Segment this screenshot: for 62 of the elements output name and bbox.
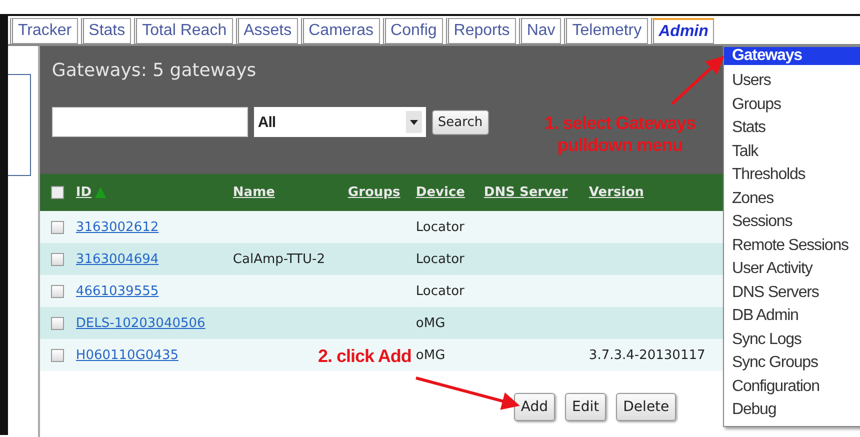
table-cell: oMG [416, 316, 446, 330]
menu-item[interactable]: Groups [724, 92, 860, 116]
nav-tab[interactable]: Cameras [300, 18, 380, 44]
menu-item[interactable]: Zones [724, 186, 860, 210]
column-header[interactable]: Groups [348, 185, 400, 200]
menu-item[interactable]: DNS Servers [724, 280, 860, 304]
gateway-id-link[interactable]: 3163002612 [76, 220, 159, 234]
menu-item[interactable]: Remote Sessions [724, 234, 860, 257]
annotation-arrow [670, 56, 724, 106]
table-cell: Locator [416, 220, 464, 234]
nav-tab[interactable]: Tracker [10, 18, 78, 44]
column-header[interactable]: Version [588, 185, 644, 200]
sort-icon [94, 187, 106, 198]
table-cell: Locator [416, 252, 464, 266]
search-button[interactable]: Search [432, 110, 489, 134]
nav-tab[interactable]: Stats [80, 18, 132, 44]
menu-item[interactable]: Stats [724, 116, 860, 140]
caret-icon [406, 111, 422, 133]
select-all-checkbox[interactable] [51, 186, 64, 199]
column-header[interactable]: Device [416, 185, 465, 200]
nav-tab[interactable]: Telemetry [564, 18, 648, 44]
column-header[interactable]: DNS Server [484, 185, 568, 200]
row-checkbox[interactable] [51, 348, 64, 362]
menu-item[interactable]: Gateways [724, 47, 860, 65]
nav-tab[interactable]: Admin [650, 18, 714, 44]
menu-item[interactable]: Configuration [724, 374, 860, 398]
table-cell: 3.7.3.4-20130117 [588, 348, 706, 362]
menu-item[interactable]: Sessions [724, 210, 860, 234]
row-checkbox[interactable] [51, 284, 64, 298]
gateway-id-link[interactable]: 4661039555 [76, 284, 159, 298]
gateway-id-link[interactable]: DELS-10203040506 [76, 316, 206, 330]
row-checkbox[interactable] [51, 220, 64, 234]
menu-item[interactable]: Debug [724, 398, 860, 422]
action-button[interactable]: Edit [565, 393, 606, 421]
row-checkbox[interactable] [51, 252, 64, 266]
menu-item[interactable]: Talk [724, 140, 860, 163]
nav-tab[interactable]: Total Reach [134, 18, 233, 44]
column-header[interactable]: Name [232, 185, 275, 200]
menu-item[interactable]: Thresholds [724, 163, 860, 186]
menu-item[interactable]: Users [724, 69, 860, 92]
row-checkbox[interactable] [51, 316, 64, 330]
action-button[interactable]: Add [514, 393, 556, 421]
annotation-text: 1. select Gateways pulldown menu [543, 112, 697, 156]
search-field[interactable] [52, 107, 248, 137]
table-cell: CalAmp-TTU-2 [232, 252, 326, 266]
table-cell: oMG [416, 348, 446, 362]
annotation-text: 2. click Add [318, 346, 412, 367]
table-cell: Locator [416, 284, 464, 298]
menu-item[interactable]: Sync Logs [724, 328, 860, 351]
action-button[interactable]: Delete [616, 393, 676, 421]
nav-tab[interactable]: Config [382, 18, 443, 44]
column-header[interactable]: ID [76, 185, 92, 200]
nav-tab[interactable]: Assets [236, 18, 298, 44]
menu-item[interactable]: Sync Groups [724, 351, 860, 374]
filter-dropdown[interactable]: All [254, 107, 426, 137]
menu-item[interactable]: DB Admin [724, 304, 860, 328]
gateway-id-link[interactable]: H060110G0435 [76, 348, 178, 362]
nav-tab[interactable]: Nav [518, 18, 562, 44]
nav-tab[interactable]: Reports [446, 18, 516, 44]
menu-item[interactable]: User Activity [724, 257, 860, 280]
gateway-id-link[interactable]: 3163004694 [76, 252, 159, 266]
panel-title: Gateways: 5 gateways [52, 60, 256, 81]
